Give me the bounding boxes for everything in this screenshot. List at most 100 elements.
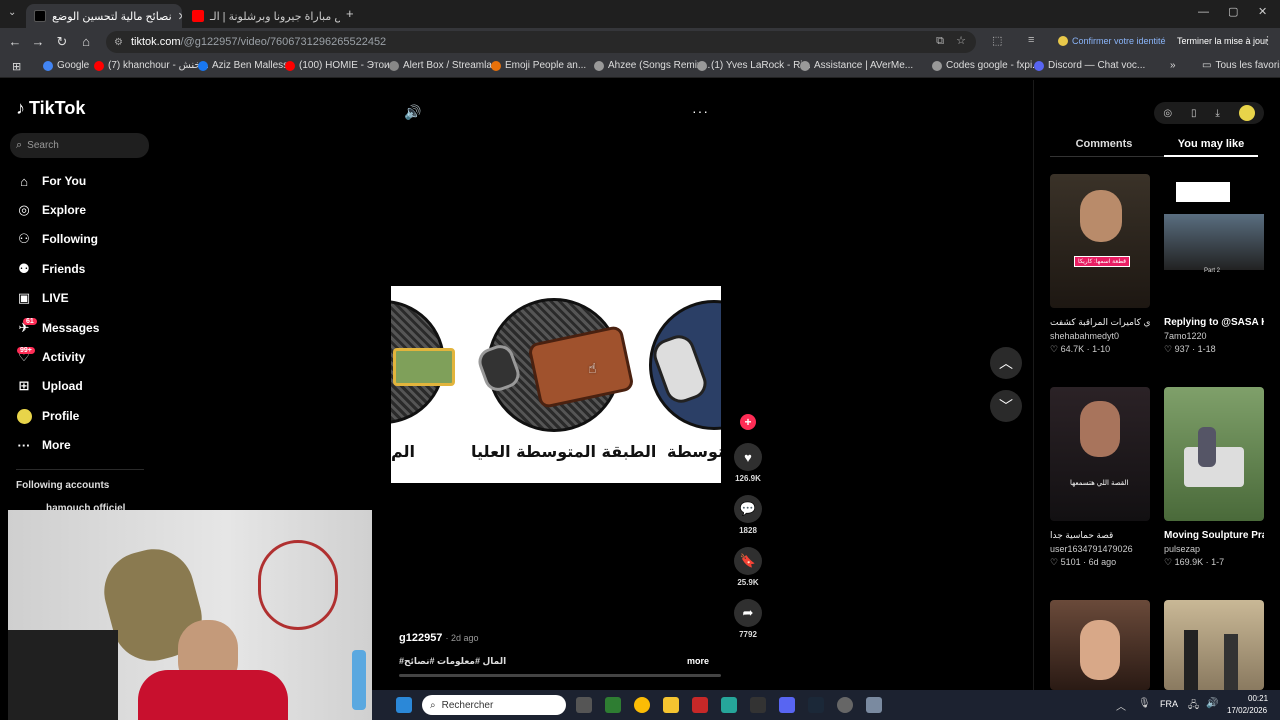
bookmark[interactable]: Assistance | AVerMe...: [800, 60, 913, 71]
nav-profile[interactable]: Profile: [16, 408, 79, 424]
reload-icon[interactable]: ↻: [51, 34, 73, 50]
video-thumbnail[interactable]: القصة اللي هتسمعها: [1050, 387, 1150, 521]
nav-upload[interactable]: ⊞ Upload: [16, 378, 83, 394]
download-icon[interactable]: ⤓: [1215, 108, 1219, 119]
video-thumbnail[interactable]: [1164, 600, 1264, 690]
home-icon[interactable]: ⌂: [75, 34, 97, 49]
recommended-video-card[interactable]: Moving Soulpture Pranks 🤣🤣 ... pulsezap …: [1164, 387, 1264, 568]
bookmark[interactable]: Alert Box / Streamla...: [389, 60, 500, 71]
heart-icon[interactable]: ♥: [734, 443, 762, 471]
more-bookmarks-icon[interactable]: »: [1170, 60, 1176, 71]
finish-update-button[interactable]: Terminer la mise à jour: [1177, 36, 1268, 46]
apps-grid-icon[interactable]: ⊞: [12, 60, 21, 73]
tab-comments[interactable]: Comments: [1050, 138, 1158, 150]
app-icon[interactable]: [721, 697, 737, 713]
bookmark[interactable]: (1) Yves LaRock - Ri...: [697, 60, 811, 71]
recommended-video-card[interactable]: Part 2 Replying to @SASA KING 👑... 7amo1…: [1164, 174, 1264, 355]
bookmark[interactable]: Emoji People an...: [491, 60, 586, 71]
bookmark[interactable]: Codes google - fxpi...: [932, 60, 1041, 71]
close-tab-icon[interactable]: ✕: [178, 10, 182, 23]
clock-time[interactable]: 00:21: [1248, 694, 1268, 703]
bookmark[interactable]: (7) khanchour - خنش...: [94, 60, 209, 71]
task-view-icon[interactable]: [576, 697, 592, 713]
video-player[interactable]: الطبقة المتوسطة العليا الم متوسطة ☝: [391, 286, 721, 483]
clock-date[interactable]: 17/02/2026: [1227, 706, 1267, 715]
tab-you-may-like[interactable]: You may like: [1164, 138, 1258, 150]
caption-more-button[interactable]: more: [687, 656, 709, 666]
app-icon[interactable]: [837, 697, 853, 713]
network-icon[interactable]: 🖧: [1188, 698, 1199, 715]
bookmark-star-icon[interactable]: ☆: [956, 34, 966, 47]
video-thumbnail[interactable]: [1050, 600, 1150, 690]
extensions-icon[interactable]: ⬚: [992, 34, 1002, 47]
bookmark[interactable]: Discord — Chat voc...: [1034, 60, 1145, 71]
comment-action[interactable]: 💬 1828: [734, 495, 762, 535]
video-thumbnail[interactable]: قطعة اسمها: كاريكا: [1050, 174, 1150, 308]
save-action[interactable]: 🔖 25.9K: [734, 547, 762, 587]
recommended-video-card[interactable]: [1050, 600, 1150, 690]
nav-for-you[interactable]: ⌂ For You: [16, 173, 86, 189]
new-tab-icon[interactable]: +: [346, 6, 354, 21]
bookmark[interactable]: Ahzee (Songs Remix...: [594, 60, 710, 71]
file-explorer-icon[interactable]: [663, 697, 679, 713]
recommended-video-card[interactable]: [1164, 600, 1264, 690]
close-window-icon[interactable]: ✕: [1258, 5, 1267, 18]
tab-list-chevron-icon[interactable]: ⌄: [8, 7, 16, 18]
nav-friends[interactable]: ⚉ Friends: [16, 261, 85, 277]
language-indicator[interactable]: FRA: [1160, 699, 1178, 709]
back-icon[interactable]: ←: [4, 34, 26, 49]
phone-icon[interactable]: ▯: [1191, 108, 1197, 119]
search-input[interactable]: ⌕ Search: [10, 133, 149, 158]
reading-list-icon[interactable]: ≡: [1028, 34, 1034, 46]
browser-tab-active[interactable]: نصائح مالية لتحسين الوضع ✕: [26, 4, 182, 28]
video-options-icon[interactable]: ···: [692, 103, 709, 119]
tiktok-logo[interactable]: ♪ TikTok: [16, 98, 85, 119]
nav-explore[interactable]: ◎ Explore: [16, 202, 86, 218]
bookmark[interactable]: Google: [43, 60, 89, 71]
video-progress-bar[interactable]: [399, 674, 721, 677]
follow-plus-button[interactable]: +: [740, 414, 756, 430]
bookmark[interactable]: (100) HOMIE - Этои...: [285, 60, 398, 71]
discord-icon[interactable]: [779, 697, 795, 713]
volume-icon[interactable]: 🔊: [404, 104, 421, 121]
app-icon[interactable]: [605, 697, 621, 713]
video-caption-hashtags[interactable]: #المال #معلومات #نصائح: [399, 656, 506, 667]
forward-icon[interactable]: →: [27, 34, 49, 49]
all-bookmarks[interactable]: ▭ Tous les favoris: [1202, 60, 1280, 71]
nav-more[interactable]: ··· More: [16, 437, 71, 453]
tray-chevron-icon[interactable]: ︿: [1116, 698, 1126, 713]
previous-video-button[interactable]: ︿: [990, 347, 1022, 379]
user-avatar[interactable]: [1238, 105, 1255, 121]
settings-icon[interactable]: [866, 697, 882, 713]
next-video-button[interactable]: ﹀: [990, 390, 1022, 422]
menu-kebab-icon[interactable]: ⋮: [1262, 34, 1273, 47]
like-action[interactable]: ♥ 126.9K: [734, 443, 762, 483]
chrome-icon[interactable]: [634, 697, 650, 713]
video-thumbnail[interactable]: Part 2: [1164, 174, 1264, 308]
maximize-icon[interactable]: ▢: [1228, 5, 1238, 18]
video-author[interactable]: g122957: [399, 632, 442, 644]
share-icon[interactable]: ➦: [734, 599, 762, 627]
bookmark-icon[interactable]: 🔖: [734, 547, 762, 575]
windows-start-icon[interactable]: [396, 697, 412, 713]
taskbar-search[interactable]: ⌕ Rechercher: [422, 695, 566, 715]
profile-avatar-icon[interactable]: [1058, 36, 1068, 46]
site-info-icon[interactable]: ⚙: [114, 37, 123, 48]
bookmark[interactable]: Aziz Ben Mallessa: [198, 60, 294, 71]
minimize-icon[interactable]: —: [1198, 6, 1209, 18]
nav-following[interactable]: ⚇ Following: [16, 231, 98, 247]
compass-icon[interactable]: ◎: [1163, 108, 1172, 119]
comment-icon[interactable]: 💬: [734, 495, 762, 523]
steam-icon[interactable]: [808, 697, 824, 713]
video-thumbnail[interactable]: [1164, 387, 1264, 521]
recommended-video-card[interactable]: القصة اللي هتسمعها قصة حماسية جدا user16…: [1050, 387, 1150, 568]
install-app-icon[interactable]: ⧉: [936, 35, 944, 48]
volume-icon[interactable]: 🔊: [1206, 698, 1218, 709]
share-action[interactable]: ➦ 7792: [734, 599, 762, 639]
nav-live[interactable]: ▣ LIVE: [16, 290, 69, 306]
confirm-identity-label[interactable]: Confirmer votre identité: [1072, 36, 1166, 46]
address-bar[interactable]: ⚙ tiktok.com/@g122957/video/760673129626…: [106, 31, 976, 53]
app-icon[interactable]: [692, 697, 708, 713]
microphone-icon[interactable]: 🎙: [1138, 698, 1151, 709]
browser-tab[interactable]: ملخص مباراة جيرونا وبرشلونة | الـ ✕: [184, 4, 340, 28]
